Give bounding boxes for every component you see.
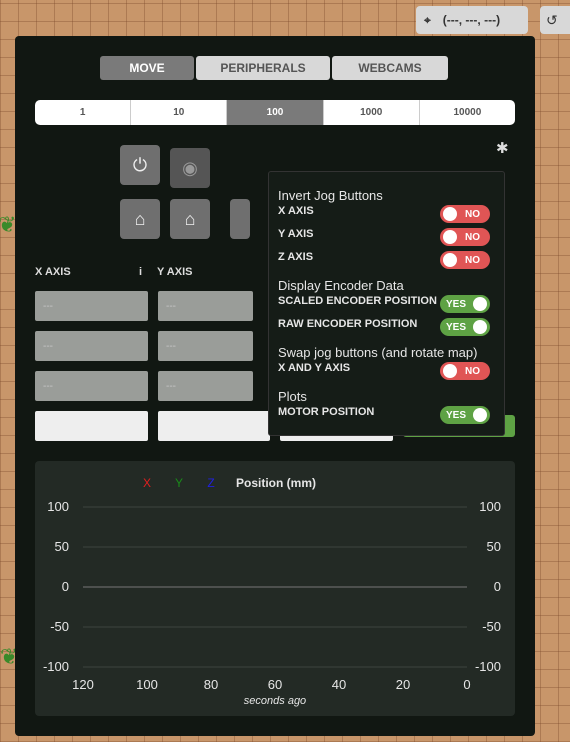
y-tick-label-left: 0 [62, 579, 69, 594]
plots-heading: Plots [278, 389, 307, 404]
x-tick-label: 80 [204, 677, 218, 692]
toggle-state: NO [465, 365, 480, 377]
z-home-button[interactable] [230, 199, 250, 239]
history-icon: ↺ [546, 11, 558, 28]
crosshair-icon: ⌖ [424, 12, 431, 27]
y-tick-label-right: -50 [482, 619, 501, 634]
invert-jog-heading: Invert Jog Buttons [278, 188, 383, 203]
controls-panel: MOVE PERIPHERALS WEBCAMS 1 10 100 1000 1… [15, 36, 535, 736]
x-tick-label: 120 [72, 677, 94, 692]
x-tick-label: 60 [268, 677, 282, 692]
y-tick-label-right: 50 [487, 539, 501, 554]
tab-webcams[interactable]: WEBCAMS [332, 56, 448, 80]
invert-z-label: Z AXIS [278, 251, 314, 263]
y-tick-label-right: -100 [475, 659, 501, 674]
y-axis-label: Y AXIS [157, 266, 193, 278]
y-tick-label-right: 100 [479, 499, 501, 514]
power-icon: ⏻ [132, 154, 148, 175]
toggle-knob [473, 320, 487, 334]
legend-entry: X [143, 476, 151, 490]
swap-xy-toggle[interactable]: NO [440, 362, 490, 380]
find-home-icon: ⌂ [184, 208, 196, 229]
raw-encoder-label: RAW ENCODER POSITION [278, 318, 418, 330]
toggle-state: NO [465, 231, 480, 243]
power-button[interactable]: ⏻ [120, 145, 160, 185]
step-1000[interactable]: 1000 [324, 100, 420, 125]
position-chart: 100 100 50 50 0 0 -50 -50 -100 -100 120 100 80 60 40 20… [35, 461, 515, 716]
toggle-state: NO [465, 254, 480, 266]
camera-button[interactable]: ◉ [170, 148, 210, 188]
chart-title: Position (mm) [236, 476, 316, 490]
invert-y-label: Y AXIS [278, 228, 314, 240]
x-axis-label: seconds ago [244, 695, 306, 707]
gear-icon[interactable]: ✱ [496, 139, 509, 157]
position-chip[interactable]: ⌖ (---, ---, ---) [416, 6, 528, 34]
toggle-knob [473, 408, 487, 422]
position-chart-svg: 100 10050 500 0-50 -50-100 -100120 100 80 60 40 20… [43, 476, 501, 707]
step-size-selector: 1 10 100 1000 10000 [35, 100, 515, 125]
swap-heading: Swap jog buttons (and rotate map) [278, 345, 478, 360]
encoder-heading: Display Encoder Data [278, 278, 404, 293]
x-position-field: --- [35, 291, 148, 321]
y-tick-label-right: 0 [494, 579, 501, 594]
history-button[interactable]: ↺ [540, 6, 570, 34]
raw-encoder-toggle[interactable]: YES [440, 318, 490, 336]
x-tick-label: 100 [136, 677, 158, 692]
step-10[interactable]: 10 [131, 100, 228, 125]
invert-x-label: X AXIS [278, 205, 314, 217]
plant-icon: ❦ [0, 212, 17, 237]
toggle-knob [443, 253, 457, 267]
x-tick-label: 0 [463, 677, 470, 692]
scaled-encoder-label: SCALED ENCODER POSITION [278, 295, 437, 307]
y-tick-label-left: -100 [43, 659, 69, 674]
y-scaled-encoder-field: --- [158, 331, 253, 361]
x-scaled-encoder-field: --- [35, 331, 148, 361]
y-move-input[interactable] [158, 411, 270, 441]
invert-y-toggle[interactable]: NO [440, 228, 490, 246]
x-move-input[interactable] [35, 411, 148, 441]
motor-position-label: MOTOR POSITION [278, 406, 375, 418]
tab-move[interactable]: MOVE [100, 56, 194, 80]
legend-entry: Z [207, 476, 214, 490]
position-readout: (---, ---, ---) [442, 13, 501, 27]
step-100[interactable]: 100 [227, 100, 324, 125]
toggle-state: YES [446, 409, 467, 421]
motor-position-toggle[interactable]: YES [440, 406, 490, 424]
toggle-state: NO [465, 208, 480, 220]
jog-settings-popup: Invert Jog Buttons X AXIS NO Y AXIS NO Z… [268, 171, 505, 436]
swap-xy-label: X AND Y AXIS [278, 362, 351, 374]
find-home-button[interactable]: ⌂ [170, 199, 210, 239]
home-xy-button[interactable]: ⌂ [120, 199, 160, 239]
x-tick-label: 20 [396, 677, 410, 692]
legend-entry: Y [175, 476, 183, 490]
step-10000[interactable]: 10000 [420, 100, 515, 125]
tab-peripherals[interactable]: PERIPHERALS [196, 56, 330, 80]
panel-tabs: MOVE PERIPHERALS WEBCAMS [100, 56, 448, 80]
y-position-field: --- [158, 291, 253, 321]
y-tick-label-left: 50 [55, 539, 69, 554]
invert-z-toggle[interactable]: NO [440, 251, 490, 269]
home-xy-icon: ⌂ [134, 208, 146, 229]
toggle-state: YES [446, 321, 467, 333]
toggle-knob [443, 364, 457, 378]
y-tick-label-left: -50 [50, 619, 69, 634]
y-tick-label-left: 100 [47, 499, 69, 514]
x-raw-encoder-field: --- [35, 371, 148, 401]
x-tick-label: 40 [332, 677, 346, 692]
scaled-encoder-toggle[interactable]: YES [440, 295, 490, 313]
info-icon[interactable]: i [139, 266, 142, 278]
toggle-knob [473, 297, 487, 311]
y-raw-encoder-field: --- [158, 371, 253, 401]
step-1[interactable]: 1 [35, 100, 132, 125]
toggle-knob [443, 207, 457, 221]
camera-icon: ◉ [182, 157, 198, 178]
invert-x-toggle[interactable]: NO [440, 205, 490, 223]
toggle-state: YES [446, 298, 467, 310]
x-axis-label: X AXIS [35, 266, 71, 278]
toggle-knob [443, 230, 457, 244]
